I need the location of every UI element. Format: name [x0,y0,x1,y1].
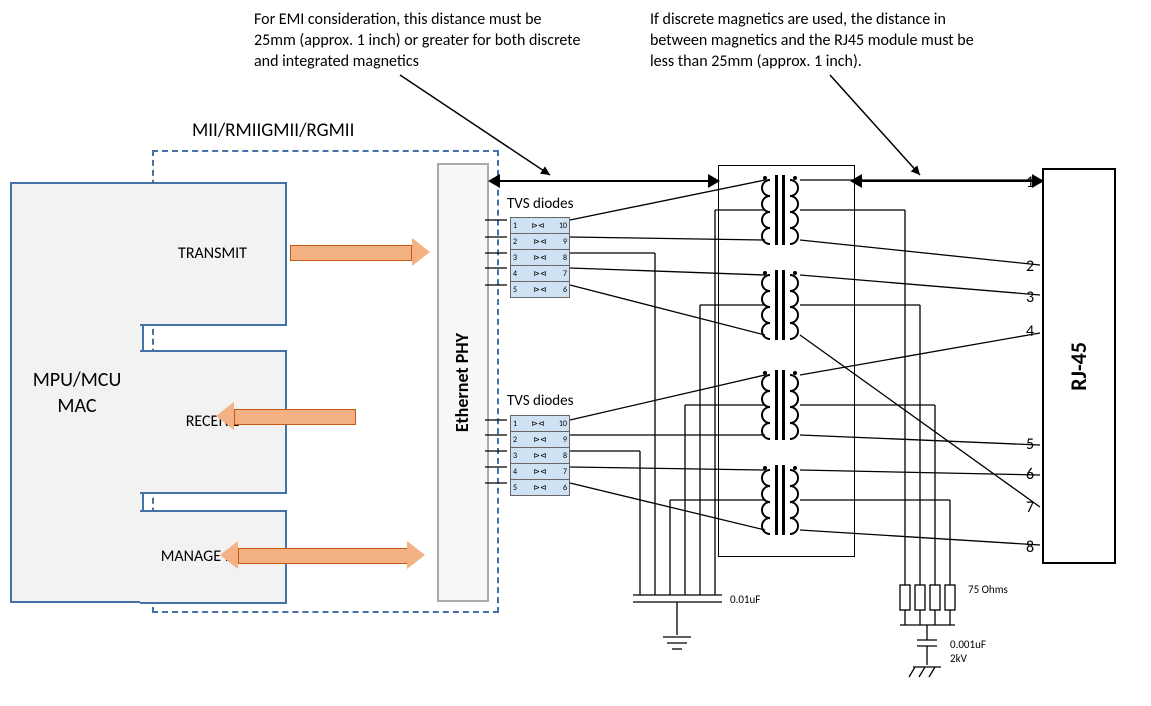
mgmt-arrow [220,541,425,569]
dim-phy-mag [490,180,718,182]
cap2-val: 0.001uF [950,638,986,652]
pin-4: 4 [1026,322,1034,343]
rj45-label: RJ-45 [1065,342,1094,391]
dim-mag-rj45 [852,180,1042,182]
emi-note: For EMI consideration, this distance mus… [254,10,584,72]
pin-8: 8 [1026,538,1034,559]
mcu-label: MPU/MCU MAC [12,367,142,419]
phy-block: Ethernet PHY [437,163,489,602]
rj45-block: RJ-45 [1042,168,1116,564]
tvs-block-1: 1⊳⊲10 2⊳⊲9 3⊳⊲8 4⊳⊲7 5⊳⊲6 [510,217,570,298]
transmit-block: TRANSMIT [140,182,287,326]
pin-5: 5 [1026,435,1034,456]
cap1-label: 0.01uF [730,593,760,607]
pin-2: 2 [1026,257,1034,278]
interface-label: MII/RMIIGMII/RGMII [192,119,354,144]
magnetics-note: If discrete magnetics are used, the dist… [650,10,1000,72]
tx-arrow [290,238,430,266]
transformers [720,170,852,550]
tx-label: TRANSMIT [178,244,247,265]
cap2-rating: 2kV [950,652,967,666]
mcu-block: MPU/MCU MAC [10,182,144,603]
pin-1: 1 [1026,173,1034,194]
pin-6: 6 [1026,465,1034,486]
tvs-label-1: TVS diodes [507,195,573,215]
phy-label: Ethernet PHY [451,333,474,432]
tvs-label-2: TVS diodes [507,392,573,412]
pin-7: 7 [1026,498,1034,519]
res-label: 75 Ohms [968,583,1008,597]
tvs-block-2: 1⊳⊲10 2⊳⊲9 3⊳⊲8 4⊳⊲7 5⊳⊲6 [510,415,570,496]
pin-3: 3 [1026,288,1034,309]
rx-arrow [216,402,356,430]
